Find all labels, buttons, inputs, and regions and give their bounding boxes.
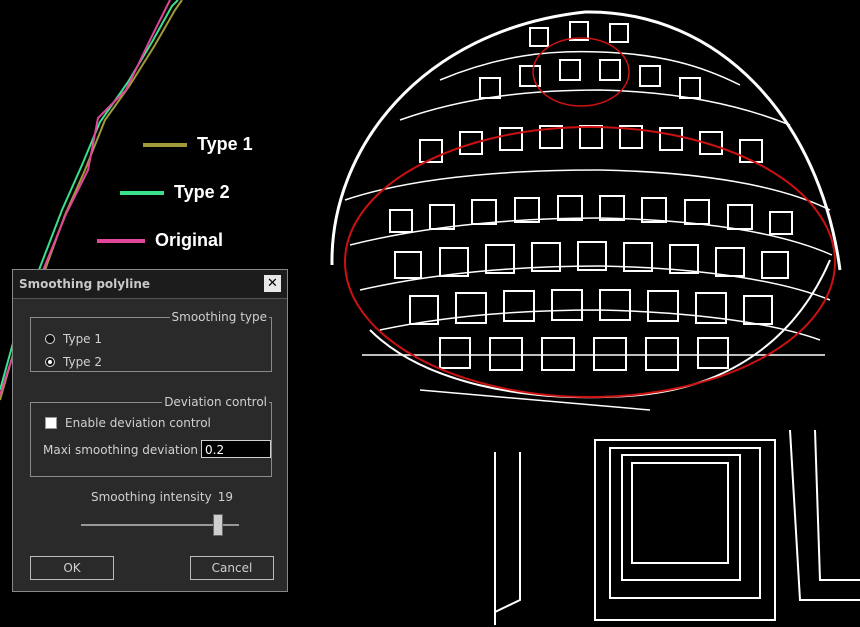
cancel-button[interactable]: Cancel — [190, 556, 274, 580]
smoothing-polyline-dialog: Smoothing polyline ✕ Smoothing type Type… — [12, 269, 288, 592]
intensity-label: Smoothing intensity — [91, 490, 212, 504]
legend-original: Original — [97, 230, 223, 251]
enable-deviation-row[interactable]: Enable deviation control — [45, 416, 211, 430]
radio-type2-label[interactable]: Type 2 — [63, 355, 102, 369]
legend-swatch-original — [97, 238, 145, 243]
ok-button[interactable]: OK — [30, 556, 114, 580]
legend-label-original: Original — [155, 230, 224, 250]
legend-swatch-type1 — [143, 142, 187, 147]
enable-deviation-checkbox[interactable] — [45, 417, 57, 429]
dialog-titlebar[interactable]: Smoothing polyline ✕ — [13, 270, 287, 299]
legend-type1: Type 1 — [143, 134, 253, 155]
legend-label-type1: Type 1 — [197, 134, 253, 154]
radio-type1[interactable] — [45, 334, 55, 344]
legend-swatch-type2 — [120, 190, 164, 195]
radio-type1-row[interactable]: Type 1 — [45, 332, 102, 346]
deviation-control-group: Deviation control — [30, 395, 272, 477]
legend-type2: Type 2 — [120, 182, 230, 203]
intensity-value: 19 — [217, 490, 233, 504]
radio-type2-row[interactable]: Type 2 — [45, 355, 102, 369]
dialog-title: Smoothing polyline — [19, 277, 151, 291]
enable-deviation-label[interactable]: Enable deviation control — [65, 416, 211, 430]
radio-type2[interactable] — [45, 357, 55, 367]
smoothing-type-legend: Smoothing type — [171, 310, 267, 324]
legend-label-type2: Type 2 — [174, 182, 230, 202]
intensity-row: Smoothing intensity 19 — [91, 490, 233, 504]
radio-type1-label[interactable]: Type 1 — [63, 332, 102, 346]
coffer-detail — [494, 429, 860, 625]
max-deviation-label: Maxi smoothing deviation : — [43, 443, 206, 457]
max-deviation-input[interactable]: 0.2 — [201, 440, 271, 458]
close-icon[interactable]: ✕ — [264, 275, 281, 292]
deviation-control-legend: Deviation control — [164, 395, 267, 409]
intensity-slider-thumb[interactable] — [213, 514, 223, 536]
max-deviation-row: Maxi smoothing deviation : — [43, 443, 206, 457]
